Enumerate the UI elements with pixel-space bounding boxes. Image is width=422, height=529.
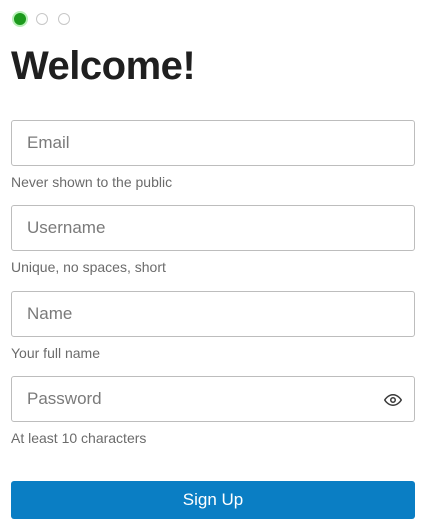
email-field[interactable] <box>12 121 414 165</box>
password-field-group: At least 10 characters <box>11 376 415 447</box>
step-dot-3 <box>58 13 70 25</box>
email-help-text: Never shown to the public <box>11 174 173 190</box>
name-field-group: Your full name <box>11 291 415 362</box>
username-field-group: Unique, no spaces, short <box>11 205 415 276</box>
name-field-box <box>11 291 415 337</box>
name-help-text: Your full name <box>11 345 100 361</box>
password-field[interactable] <box>12 377 414 421</box>
step-dot-2 <box>36 13 48 25</box>
eye-icon[interactable] <box>384 391 402 409</box>
password-field-box <box>11 376 415 422</box>
name-field[interactable] <box>12 292 414 336</box>
username-field-box <box>11 205 415 251</box>
username-field[interactable] <box>12 206 414 250</box>
username-help-text: Unique, no spaces, short <box>11 259 166 275</box>
email-field-group: Never shown to the public <box>11 120 415 191</box>
page-title: Welcome! <box>11 44 196 88</box>
password-help-text: At least 10 characters <box>11 430 147 446</box>
sign-up-button[interactable]: Sign Up <box>11 481 415 519</box>
step-indicator <box>14 13 70 25</box>
signup-page: Welcome! Never shown to the public Uniqu… <box>0 0 422 529</box>
email-field-box <box>11 120 415 166</box>
step-dot-1-active <box>14 13 26 25</box>
